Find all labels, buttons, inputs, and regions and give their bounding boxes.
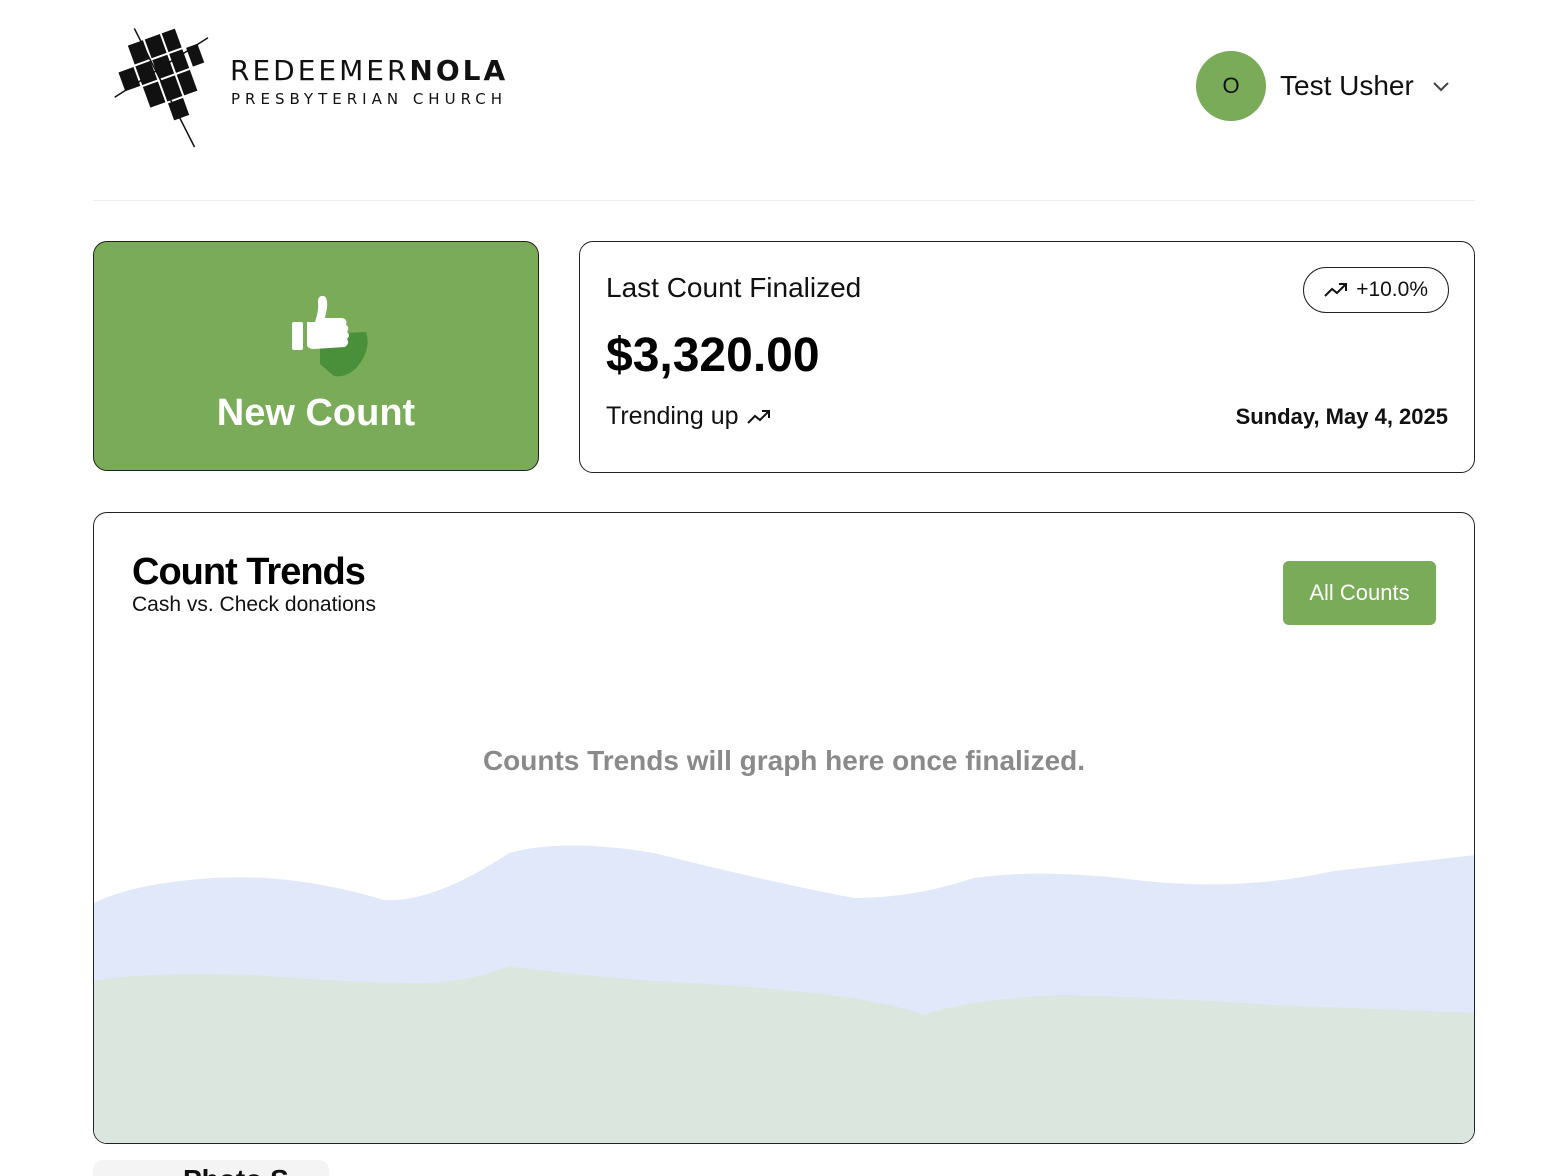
user-name[interactable]: Test Usher	[1280, 70, 1414, 102]
logo-wordmark: REDEEMERNOLA	[230, 54, 508, 87]
last-count-title: Last Count Finalized	[606, 272, 862, 303]
last-count-date: Sunday, May 4, 2025	[1235, 404, 1448, 429]
count-trends-card: Count Trends Cash vs. Check donations Al…	[93, 512, 1475, 1144]
trending-up-icon	[746, 409, 770, 424]
thumbs-up-icon	[292, 295, 368, 377]
trend-indicator: Trending up	[606, 402, 771, 431]
all-counts-button[interactable]: All Counts	[1283, 561, 1436, 625]
user-menu[interactable]: O Test Usher	[1196, 50, 1450, 122]
trends-title: Count Trends	[132, 551, 366, 593]
logo-name-light: REDEEMER	[230, 54, 410, 87]
trend-text: Trending up	[606, 402, 739, 430]
header-divider	[93, 200, 1475, 201]
trends-subtitle: Cash vs. Check donations	[132, 593, 376, 616]
trending-up-icon	[1324, 283, 1348, 297]
last-count-amount: $3,320.00	[606, 329, 820, 382]
chevron-down-icon[interactable]	[1432, 81, 1450, 93]
dashboard-page: REDEEMERNOLA PRESBYTERIAN CHURCH O Test …	[0, 0, 1542, 1176]
logo-subtitle: PRESBYTERIAN CHURCH	[231, 90, 507, 108]
percent-change-value: +10.0%	[1356, 278, 1428, 301]
placeholder-chart-waves	[94, 845, 1474, 1143]
empty-chart-message: Counts Trends will graph here once final…	[482, 745, 1086, 776]
photo-card-peek: Photo S	[93, 1160, 329, 1176]
logo-name-bold: NOLA	[409, 54, 509, 87]
percent-change-badge: +10.0%	[1303, 267, 1449, 313]
church-logo[interactable]: REDEEMERNOLA PRESBYTERIAN CHURCH	[108, 18, 528, 158]
new-count-button[interactable]: New Count	[93, 241, 539, 471]
last-count-card: Last Count Finalized +10.0% $3,320.00 Tr…	[579, 241, 1475, 473]
avatar[interactable]: O	[1196, 51, 1266, 121]
new-count-label: New Count	[216, 392, 416, 434]
logo-mark	[114, 28, 209, 148]
photo-card-title: Photo S	[183, 1164, 289, 1176]
